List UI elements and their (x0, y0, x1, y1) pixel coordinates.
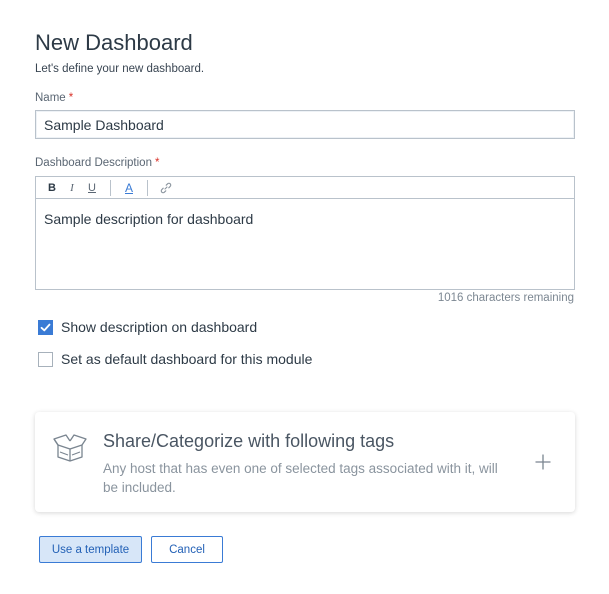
required-asterisk: * (68, 92, 74, 104)
name-label: Name * (35, 92, 73, 104)
checkmark-icon (40, 323, 51, 331)
required-asterisk: * (154, 157, 160, 169)
characters-remaining: 1016 characters remaining (437, 292, 574, 304)
description-label: Dashboard Description * (35, 157, 159, 169)
show-description-checkbox[interactable] (38, 319, 53, 335)
open-box-icon (52, 432, 88, 469)
set-default-label: Set as default dashboard for this module (61, 351, 313, 367)
description-label-text: Dashboard Description (35, 157, 152, 169)
toolbar-divider (110, 179, 111, 196)
open-box-icon-graphic (53, 434, 87, 462)
name-input[interactable] (35, 110, 575, 139)
link-icon[interactable] (156, 179, 176, 197)
show-description-option[interactable]: Show description on dashboard (38, 319, 257, 335)
toolbar-divider (147, 179, 148, 196)
italic-button[interactable]: I (62, 179, 82, 197)
tags-card-description: Any host that has even one of selected t… (103, 461, 498, 495)
set-default-checkbox[interactable] (38, 351, 53, 367)
show-description-label: Show description on dashboard (61, 319, 258, 335)
editor-toolbar: B I U A (36, 177, 574, 199)
page-subtitle: Let's define your new dashboard. (35, 63, 205, 75)
bold-button[interactable]: B (42, 179, 62, 197)
use-template-button[interactable]: Use a template (39, 536, 142, 563)
description-text-area[interactable]: Sample description for dashboard (36, 199, 574, 290)
set-default-option[interactable]: Set as default dashboard for this module (38, 351, 312, 367)
text-color-button[interactable]: A (119, 179, 139, 197)
link-icon-graphic (160, 182, 172, 193)
plus-icon-graphic (535, 454, 551, 470)
tags-card: Share/Categorize with following tags Any… (35, 412, 575, 512)
plus-icon[interactable] (533, 452, 553, 472)
cancel-button[interactable]: Cancel (151, 536, 223, 563)
description-editor: B I U A Sample description for dashboard (35, 176, 575, 290)
name-label-text: Name (35, 92, 66, 104)
tags-card-title: Share/Categorize with following tags (103, 431, 395, 451)
underline-button[interactable]: U (82, 179, 102, 197)
page-title: New Dashboard (35, 30, 193, 55)
